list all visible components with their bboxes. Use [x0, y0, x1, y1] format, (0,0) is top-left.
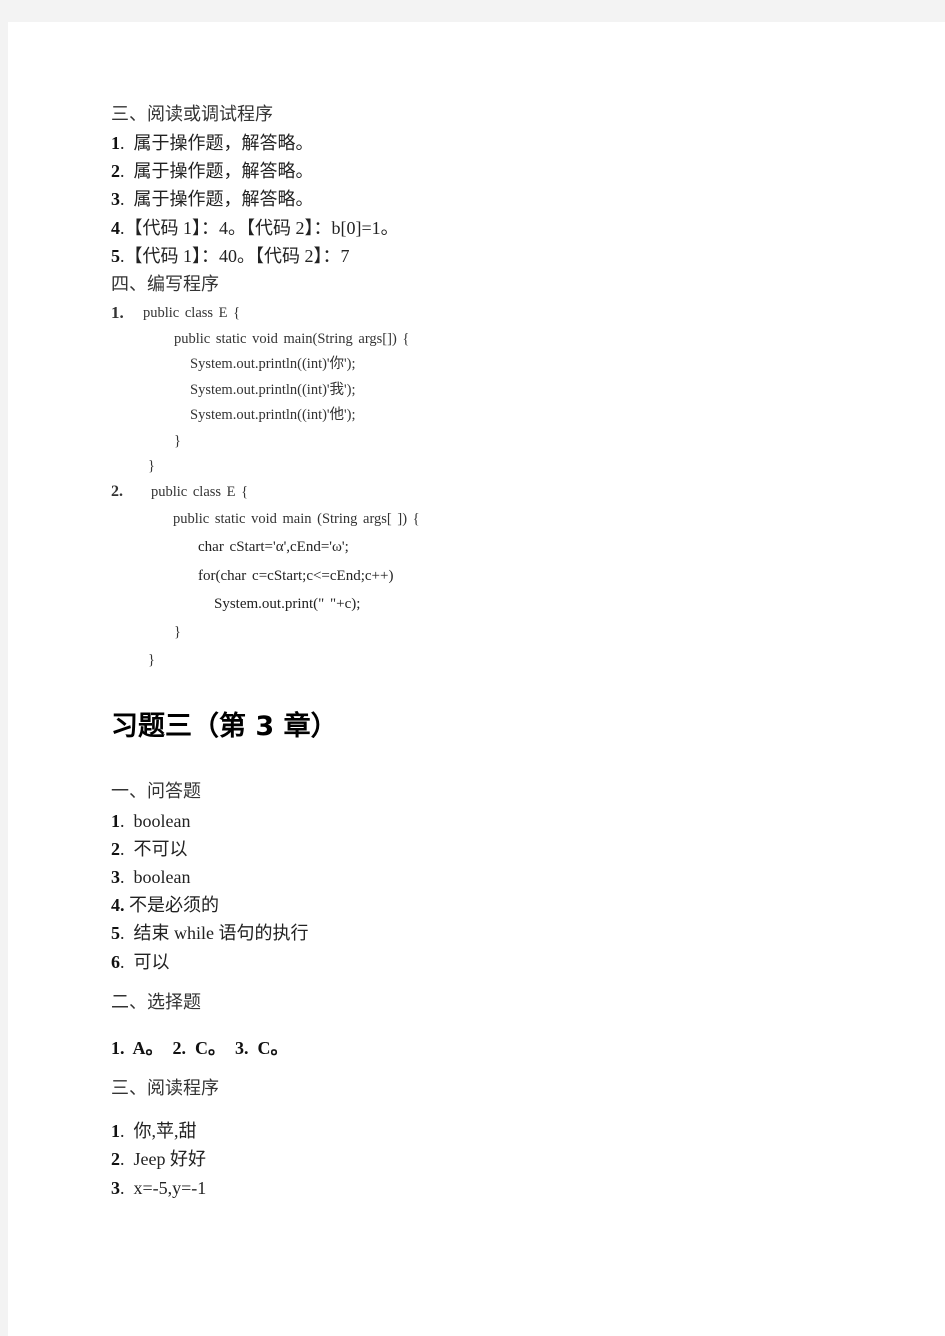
answer-item: 4.【代码 1】：4。【代码 2】：b[0]=1。: [111, 218, 399, 238]
code-line: public static void main(String args[]) {: [174, 331, 410, 347]
item-number: 1: [111, 1121, 120, 1141]
code-line: for(char c=cStart;c<=cEnd;c++): [198, 568, 394, 584]
item-number: 2: [111, 161, 120, 181]
answer-item: 1. boolean: [111, 811, 191, 831]
item-number: 4: [111, 895, 120, 915]
answer-item: 5.【代码 1】：40。【代码 2】：7: [111, 246, 350, 266]
code-line: }: [174, 624, 181, 640]
item-number: 3: [111, 867, 120, 887]
item-text: boolean: [133, 867, 191, 887]
chapter-heading: 习题三（第 3 章）: [111, 711, 338, 742]
choice-number: 1: [111, 1038, 120, 1058]
code-line: }: [148, 652, 155, 668]
item-text: x=-5,y=-1: [133, 1178, 207, 1198]
choice-answer: C。: [257, 1038, 289, 1058]
choice-answers: 1. A。 2. C。 3. C。: [111, 1038, 289, 1058]
code-line: }: [148, 458, 155, 474]
code-line: System.out.print(" "+c);: [214, 596, 361, 612]
item-text: 你,苹,甜: [133, 1121, 197, 1141]
choice-answer: C。: [195, 1038, 227, 1058]
answer-item: 3. 属于操作题，解答略。: [111, 189, 314, 209]
code-line: System.out.println((int)'他');: [190, 407, 356, 423]
item-number: 3: [111, 1178, 120, 1198]
answer-item: 3. x=-5,y=-1: [111, 1178, 207, 1198]
code-line: }: [174, 433, 181, 449]
choice-number: 3: [235, 1038, 245, 1058]
program-2-number: 2.: [111, 483, 123, 500]
answer-item: 2. 不可以: [111, 839, 188, 859]
item-text: 结束 while 语句的执行: [133, 923, 309, 943]
item-text: 不是必须的: [129, 895, 219, 915]
item-number: 1: [111, 811, 120, 831]
item-text: 【代码 1】：4。【代码 2】：b[0]=1。: [124, 218, 399, 238]
answer-item: 1. 属于操作题，解答略。: [111, 133, 314, 153]
section-heading-choice: 二、选择题: [111, 992, 201, 1012]
code-line: char cStart='α',cEnd='ω';: [198, 539, 349, 555]
section-heading-qa: 一、问答题: [111, 781, 201, 801]
section-heading-read-debug: 三、阅读或调试程序: [111, 104, 273, 124]
code-line: public class E {: [151, 484, 249, 500]
item-number: 1: [111, 133, 120, 153]
item-number: 4: [111, 218, 120, 238]
item-text: 属于操作题，解答略。: [133, 189, 314, 209]
item-number: 6: [111, 952, 120, 972]
answer-item: 5. 结束 while 语句的执行: [111, 923, 309, 943]
answer-item: 6. 可以: [111, 952, 170, 972]
item-text: 属于操作题，解答略。: [133, 161, 314, 181]
item-text: boolean: [133, 811, 191, 831]
item-number: 3: [111, 189, 120, 209]
answer-item: 2. 属于操作题，解答略。: [111, 161, 314, 181]
item-text: 【代码 1】：40。【代码 2】：7: [124, 246, 350, 266]
choice-number: 2: [172, 1038, 182, 1058]
code-line: public static void main (String args[ ])…: [173, 511, 420, 527]
answer-item: 3. boolean: [111, 867, 191, 887]
item-number: 2: [111, 839, 120, 859]
code-line: public class E {: [143, 305, 241, 321]
item-text: 属于操作题，解答略。: [133, 133, 314, 153]
answer-item: 1. 你,苹,甜: [111, 1121, 197, 1141]
item-text: Jeep 好好: [133, 1149, 206, 1169]
item-number: 5: [111, 923, 120, 943]
answer-item: 4. 不是必须的: [111, 895, 219, 915]
item-number: 5: [111, 246, 120, 266]
item-text: 可以: [133, 952, 170, 972]
item-number: 2: [111, 1149, 120, 1169]
section-heading-reading: 三、阅读程序: [111, 1078, 219, 1098]
code-line: System.out.println((int)'我');: [190, 382, 356, 398]
choice-answer: A。: [132, 1038, 164, 1058]
section-heading-write-program: 四、编写程序: [111, 274, 219, 294]
item-text: 不可以: [133, 839, 188, 859]
code-line: System.out.println((int)'你');: [190, 356, 356, 372]
program-1-number: 1.: [111, 303, 124, 322]
answer-item: 2. Jeep 好好: [111, 1149, 206, 1169]
